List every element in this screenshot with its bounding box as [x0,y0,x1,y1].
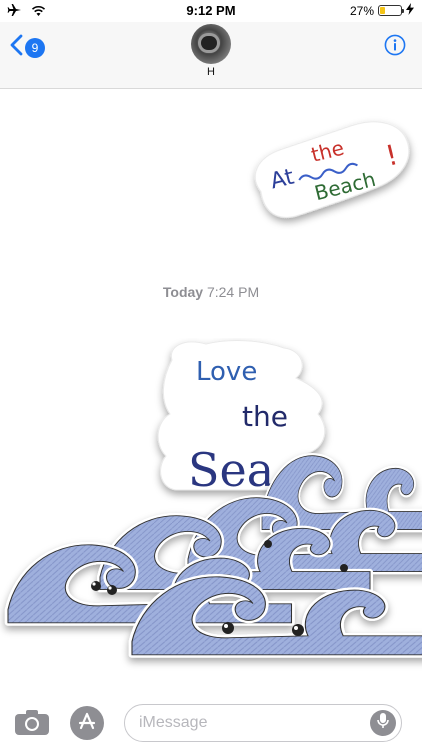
contact-name[interactable]: H [0,66,422,78]
battery-level [380,7,385,14]
sea-word-love: Love [196,357,257,387]
contact-avatar[interactable] [191,24,231,64]
app-store-button[interactable] [70,706,104,740]
microphone-button[interactable] [370,710,396,736]
camera-button[interactable] [14,708,50,741]
app-store-icon [77,711,97,736]
status-bar: 9:12 PM 27% [0,0,422,22]
unread-badge: 9 [25,37,45,58]
back-chevron-icon [10,34,23,61]
sea-sticker-art: Love the Sea [0,340,422,678]
sea-word-sea: Sea [188,443,274,497]
beach-sticker-art: At the Beach ! [254,121,410,218]
info-button[interactable] [384,34,406,61]
info-icon [384,34,406,60]
timestamp-time: 7:24 PM [206,284,260,300]
sea-sticker[interactable]: Love the Sea [0,338,422,678]
charging-bolt-icon [406,3,414,18]
status-right: 27% [350,3,414,18]
conversation-header: 9 H [0,22,422,89]
timestamp-day: Today [162,284,204,300]
compose-bar [0,694,422,750]
thread-timestamp: Today 7:24 PM [0,284,422,300]
battery-percent: 27% [349,3,374,18]
battery-icon [378,5,404,16]
beach-sticker[interactable]: At the Beach ! [240,112,422,230]
sea-word-the: the [242,400,288,433]
back-button[interactable]: 9 [10,34,45,61]
microphone-icon [376,712,390,735]
camera-icon [14,710,50,740]
message-input[interactable] [124,704,402,742]
